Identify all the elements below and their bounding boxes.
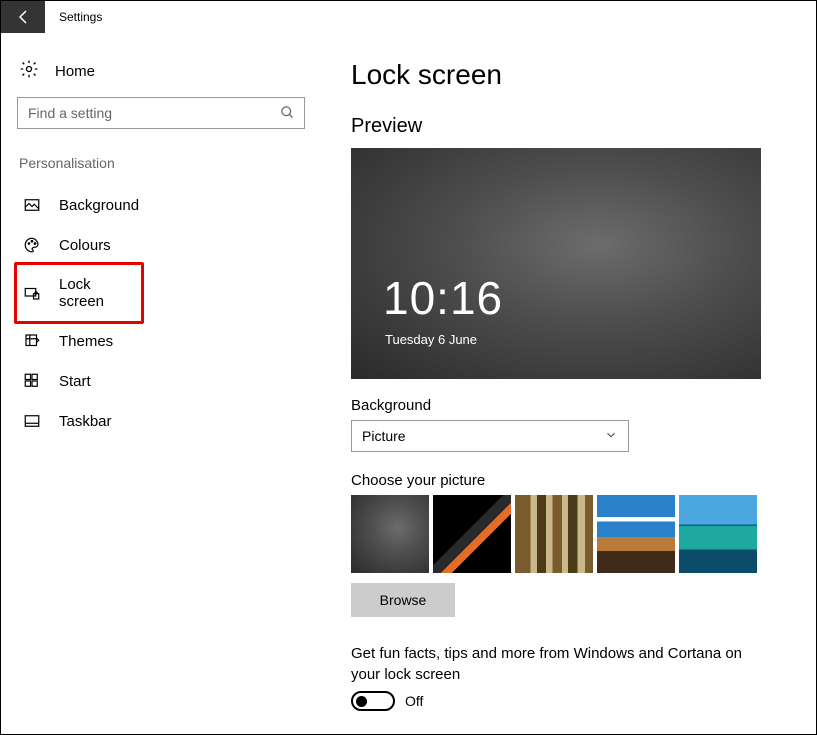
preview-heading: Preview <box>351 115 760 138</box>
picture-thumbnail[interactable] <box>597 495 675 573</box>
back-arrow-icon <box>14 8 32 26</box>
preview-date: Tuesday 6 June <box>385 332 477 347</box>
sidebar-item-lock-screen[interactable]: Lock screen <box>14 262 144 324</box>
picture-thumbnail[interactable] <box>433 495 511 573</box>
picture-thumbnail[interactable] <box>515 495 593 573</box>
sidebar-item-label: Colours <box>59 237 111 254</box>
themes-icon <box>23 332 41 350</box>
window-title: Settings <box>45 10 102 24</box>
search-box[interactable] <box>17 97 305 129</box>
tips-toggle[interactable] <box>351 691 395 711</box>
background-dropdown-value: Picture <box>362 428 406 444</box>
picture-thumbnail[interactable] <box>351 495 429 573</box>
palette-icon <box>23 236 41 254</box>
lock-screen-icon <box>23 284 41 302</box>
picture-icon <box>23 196 41 214</box>
toggle-knob <box>356 696 367 707</box>
sidebar-item-start[interactable]: Start <box>17 361 305 401</box>
choose-picture-label: Choose your picture <box>351 472 760 489</box>
gear-icon <box>19 59 39 83</box>
main-content: Lock screen Preview 10:16 Tuesday 6 June… <box>321 33 816 734</box>
chevron-down-icon <box>604 428 618 445</box>
home-link[interactable]: Home <box>17 51 305 97</box>
sidebar-section-label: Personalisation <box>17 155 305 171</box>
sidebar-item-label: Taskbar <box>59 413 112 430</box>
picture-thumbnail[interactable] <box>679 495 757 573</box>
sidebar-item-label: Start <box>59 373 91 390</box>
sidebar: Home Personalisation Background Colours … <box>1 33 321 734</box>
browse-button[interactable]: Browse <box>351 583 455 617</box>
background-dropdown[interactable]: Picture <box>351 420 629 452</box>
sidebar-item-label: Themes <box>59 333 113 350</box>
tips-description: Get fun facts, tips and more from Window… <box>351 643 760 685</box>
sidebar-item-taskbar[interactable]: Taskbar <box>17 401 305 441</box>
back-button[interactable] <box>1 1 45 33</box>
background-label: Background <box>351 397 760 414</box>
sidebar-item-background[interactable]: Background <box>17 185 305 225</box>
sidebar-item-label: Lock screen <box>59 276 135 310</box>
page-title: Lock screen <box>351 59 760 91</box>
tips-toggle-state: Off <box>405 693 423 709</box>
taskbar-icon <box>23 412 41 430</box>
start-icon <box>23 372 41 390</box>
sidebar-item-label: Background <box>59 197 139 214</box>
sidebar-item-themes[interactable]: Themes <box>17 321 305 361</box>
preview-time: 10:16 <box>383 271 503 325</box>
sidebar-item-colours[interactable]: Colours <box>17 225 305 265</box>
home-label: Home <box>55 63 95 80</box>
lock-screen-preview: 10:16 Tuesday 6 June <box>351 148 761 379</box>
title-bar: Settings <box>1 1 816 33</box>
search-icon <box>280 105 295 125</box>
search-input[interactable] <box>17 97 305 129</box>
picture-thumbnails <box>351 495 760 573</box>
